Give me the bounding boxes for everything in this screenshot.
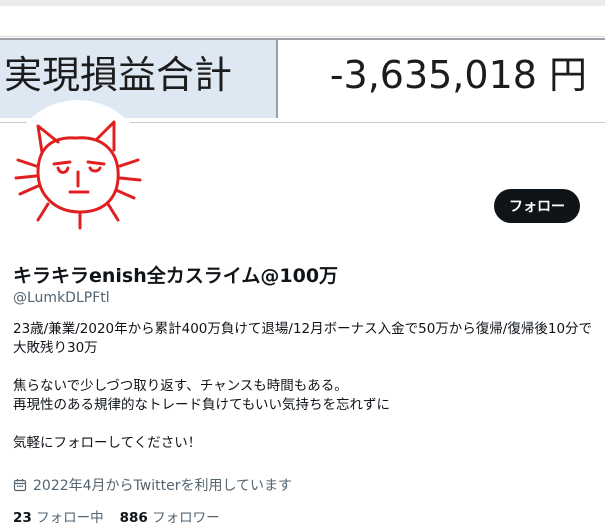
cat-face-drawing [14,120,142,230]
avatar[interactable] [8,100,148,240]
calendar-icon [13,479,27,492]
followers-label: フォロワー [152,510,220,526]
followers-count: 886 [119,510,148,526]
join-date-text: 2022年4月からTwitterを利用しています [33,478,293,494]
following-label: フォロー中 [36,510,104,526]
banner-value: -3,635,018 円 [329,53,587,97]
following-count: 23 [13,510,32,526]
follow-button[interactable]: フォロー [494,189,580,223]
join-date: 2022年4月からTwitterを利用しています [13,475,292,495]
display-name: キラキラenish全カスライム@100万 [13,265,339,287]
bio-line: 気軽にフォローしてください！ [13,435,202,451]
following-link[interactable]: 23 フォロー中 [13,506,104,526]
follow-counts: 23 フォロー中 886 フォロワー [13,506,220,526]
header-strip [0,6,605,37]
bio-line: 再現性のある規律的なトレード負けてもいい気持ちを忘れずに [13,397,391,413]
bio: 23歳/兼業/2020年から累計400万負けて退場/12月ボーナス入金で50万か… [13,320,593,453]
bio-line: 23歳/兼業/2020年から累計400万負けて退場/12月ボーナス入金で50万か… [13,321,593,356]
bio-line: 焦らないで少しづつ取り返す、チャンスも時間もある。 [13,378,348,394]
followers-link[interactable]: 886 フォロワー [120,506,220,526]
user-handle: @LumkDLPFtl [13,290,110,306]
